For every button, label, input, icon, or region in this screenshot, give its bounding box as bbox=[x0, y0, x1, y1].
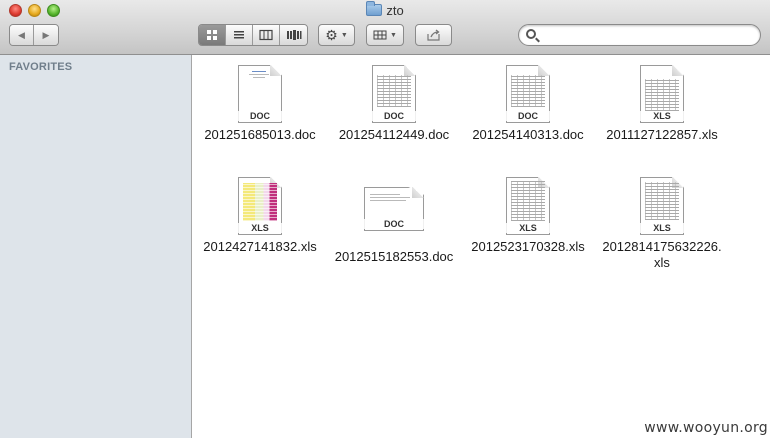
xls-file-icon: XLS bbox=[506, 177, 550, 235]
folder-icon bbox=[366, 1, 383, 16]
file-name: 2011127122857.xls bbox=[606, 127, 718, 142]
cover-flow-button[interactable] bbox=[280, 25, 307, 45]
file-item[interactable]: XLS 2011127122857.xls bbox=[595, 65, 729, 143]
file-name: 2012814175632226.xls bbox=[602, 239, 722, 270]
back-forward-control: ◀ ▶ bbox=[9, 24, 59, 46]
file-name: 2012523170328.xls bbox=[471, 239, 585, 254]
chevron-left-icon: ◀ bbox=[18, 29, 25, 40]
file-name: 201254140313.doc bbox=[472, 127, 584, 142]
forward-button[interactable]: ▶ bbox=[34, 25, 58, 45]
arrange-icon bbox=[373, 30, 387, 40]
cover-flow-icon bbox=[286, 30, 301, 40]
file-item[interactable]: DOC 201251685013.doc bbox=[193, 65, 327, 143]
search-field[interactable] bbox=[518, 24, 761, 46]
column-view-button[interactable] bbox=[253, 25, 280, 45]
action-menu-button[interactable]: ⚙ ▼ bbox=[318, 24, 355, 46]
xls-file-icon: XLS bbox=[640, 65, 684, 123]
list-view-button[interactable] bbox=[226, 25, 253, 45]
file-name: 201251685013.doc bbox=[204, 127, 316, 142]
file-type-label: DOC bbox=[372, 111, 416, 121]
doc-file-icon: DOC bbox=[506, 65, 550, 123]
icon-view-button[interactable] bbox=[199, 25, 226, 45]
list-view-icon bbox=[234, 31, 244, 39]
file-type-label: XLS bbox=[506, 223, 550, 233]
watermark: www.wooyun.org bbox=[644, 420, 768, 436]
file-item[interactable]: XLS 2012427141832.xls bbox=[193, 177, 327, 255]
file-item[interactable]: DOC 201254140313.doc bbox=[461, 65, 595, 143]
doc-file-icon: DOC bbox=[364, 187, 424, 231]
share-icon bbox=[426, 29, 440, 41]
file-type-label: DOC bbox=[238, 111, 282, 121]
gear-icon: ⚙ bbox=[325, 26, 338, 43]
sidebar-heading-favorites: FAVORITES bbox=[9, 61, 73, 73]
file-item[interactable]: XLS 2012814175632226.xls bbox=[595, 177, 729, 271]
window-title: zto bbox=[0, 1, 770, 18]
doc-file-icon: DOC bbox=[238, 65, 282, 123]
chevron-right-icon: ▶ bbox=[42, 29, 50, 40]
view-mode-control bbox=[198, 24, 308, 46]
doc-file-icon: DOC bbox=[372, 65, 416, 123]
file-browser: DOC 201251685013.doc DOC 201254112449.do… bbox=[193, 55, 770, 438]
file-name: 2012427141832.xls bbox=[203, 239, 317, 254]
share-button[interactable] bbox=[415, 24, 452, 46]
sidebar: FAVORITES bbox=[0, 55, 192, 438]
arrange-menu-button[interactable]: ▼ bbox=[366, 24, 404, 46]
file-name: 201254112449.doc bbox=[338, 127, 450, 142]
file-item[interactable]: DOC 201254112449.doc bbox=[327, 65, 461, 143]
chevron-down-icon: ▼ bbox=[390, 31, 397, 39]
chevron-down-icon: ▼ bbox=[340, 31, 348, 39]
file-type-label: DOC bbox=[506, 111, 550, 121]
back-button[interactable]: ◀ bbox=[10, 25, 34, 45]
xls-file-icon: XLS bbox=[640, 177, 684, 235]
file-name: 2012515182553.doc bbox=[334, 249, 454, 264]
file-item[interactable]: DOC 2012515182553.doc bbox=[327, 187, 461, 265]
file-type-label: XLS bbox=[640, 223, 684, 233]
file-type-label: XLS bbox=[640, 111, 684, 121]
file-item[interactable]: XLS 2012523170328.xls bbox=[461, 177, 595, 255]
icon-view-icon bbox=[207, 30, 217, 40]
search-icon bbox=[526, 29, 536, 39]
xls-file-icon: XLS bbox=[238, 177, 282, 235]
file-type-label: XLS bbox=[238, 223, 282, 233]
window-toolbar: zto ◀ ▶ ⚙ ▼ ▼ bbox=[0, 0, 770, 55]
search-input[interactable] bbox=[543, 27, 753, 43]
column-view-icon bbox=[259, 29, 273, 41]
file-type-label: DOC bbox=[364, 219, 424, 229]
window-title-text: zto bbox=[386, 3, 404, 18]
